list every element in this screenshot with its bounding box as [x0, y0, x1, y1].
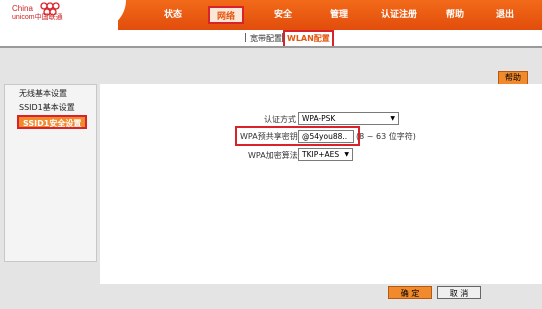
- nav-status[interactable]: 状态: [158, 0, 188, 30]
- logo-text-unicom: unicom中国联通: [12, 14, 63, 21]
- sidebar-item-ssid1-basic[interactable]: SSID1基本设置: [19, 102, 75, 113]
- cancel-button[interactable]: 取 消: [437, 286, 481, 299]
- psk-input[interactable]: @54you88..: [298, 130, 354, 143]
- encryption-algo-value: TKIP+AES: [302, 150, 340, 159]
- ok-button[interactable]: 确 定: [388, 286, 432, 299]
- help-button[interactable]: 帮助: [498, 71, 528, 85]
- psk-label: WPA预共享密钥: [240, 132, 298, 141]
- auth-method-select[interactable]: WPA-PSK ▼: [298, 112, 399, 125]
- encryption-algo-select[interactable]: TKIP+AES ▼: [298, 148, 353, 161]
- dropdown-arrow-icon: ▼: [390, 115, 395, 122]
- psk-hint: (8 ~ 63 位字符): [356, 132, 416, 141]
- sidebar: 无线基本设置 SSID1基本设置 SSID1安全设置: [4, 84, 97, 262]
- nav-security[interactable]: 安全: [268, 0, 298, 30]
- auth-method-value: WPA-PSK: [302, 114, 336, 123]
- nav-logout[interactable]: 退出: [490, 0, 520, 30]
- dropdown-arrow-icon: ▼: [344, 151, 349, 158]
- top-header: China unicom中国联通 状态 网络 安全 管理 认证注册 帮助 退出: [0, 0, 542, 30]
- logo-text-china: China: [12, 4, 33, 13]
- router-admin-page: China unicom中国联通 状态 网络 安全 管理 认证注册 帮助 退出 …: [0, 0, 542, 309]
- subnav-separator: |: [244, 33, 248, 43]
- auth-method-label: 认证方式: [264, 115, 296, 124]
- nav-network[interactable]: 网络: [208, 6, 244, 24]
- nav-help[interactable]: 帮助: [440, 0, 470, 30]
- nav-auth-register[interactable]: 认证注册: [374, 0, 424, 30]
- sidebar-item-ssid1-security[interactable]: SSID1安全设置: [17, 115, 87, 129]
- subnav-broadband-config[interactable]: 宽带配置: [250, 33, 282, 44]
- nav-management[interactable]: 管理: [324, 0, 354, 30]
- sidebar-item-wireless-basic[interactable]: 无线基本设置: [19, 88, 67, 99]
- logo-curve: [96, 0, 126, 30]
- encryption-algo-label: WPA加密算法: [248, 151, 298, 160]
